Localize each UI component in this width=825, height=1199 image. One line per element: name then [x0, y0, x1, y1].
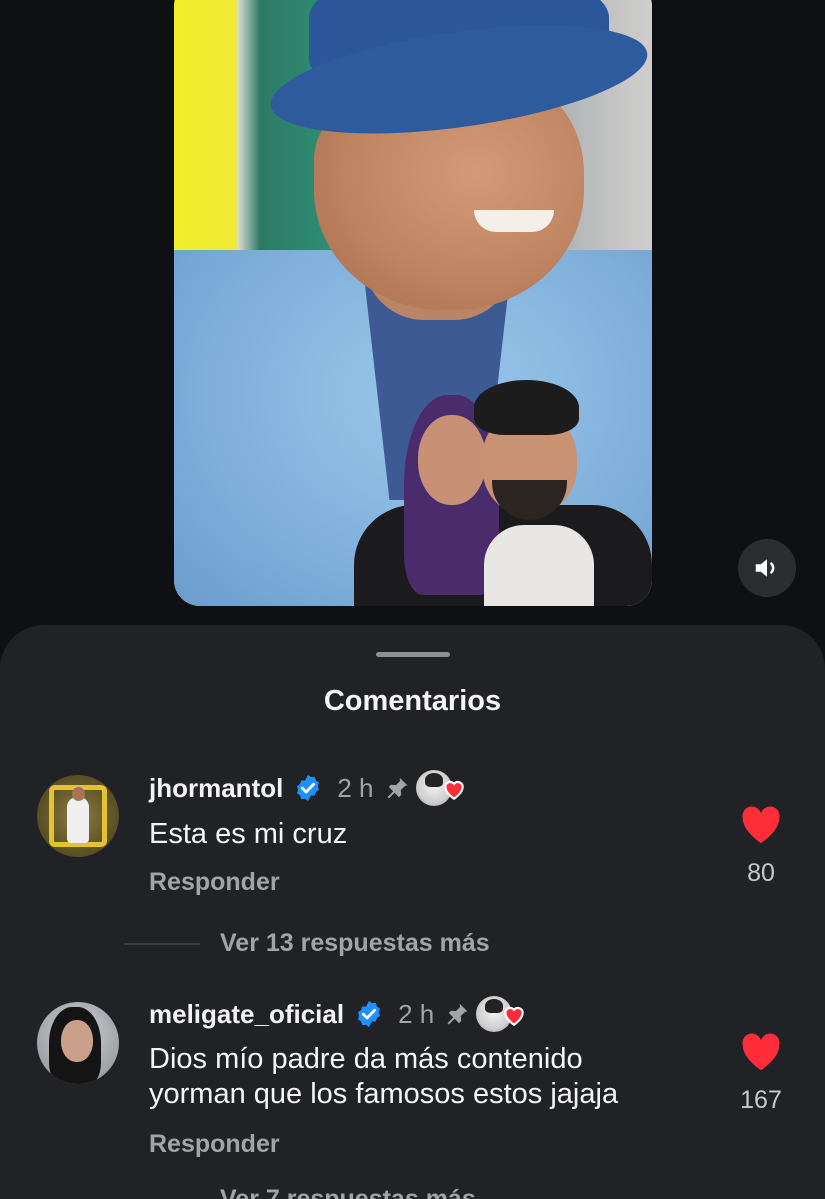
comment-meta: jhormantol 2 h [149, 770, 472, 806]
view-more-replies-label: Ver 13 respuestas más [220, 929, 490, 957]
comment-text: Esta es mi cruz [149, 818, 348, 850]
pin-icon [386, 777, 407, 799]
like-count: 80 [747, 859, 775, 887]
view-more-replies[interactable]: Ver 7 respuestas más [124, 1185, 476, 1199]
like-button[interactable]: 167 [738, 1032, 784, 1115]
reply-button[interactable]: Responder [149, 1130, 280, 1159]
creator-liked-badge [476, 996, 532, 1032]
overlay-photo [354, 380, 652, 606]
pin-icon [447, 1003, 468, 1025]
view-more-replies[interactable]: Ver 13 respuestas más [124, 929, 490, 958]
verified-badge-icon [358, 1000, 381, 1028]
comment-time: 2 h [398, 998, 435, 1029]
heart-icon [504, 1006, 524, 1027]
comment-meta: meligate_oficial 2 h [149, 996, 532, 1032]
avatar[interactable] [37, 1002, 119, 1084]
sheet-grabber[interactable] [376, 652, 450, 657]
video-player[interactable] [174, 0, 652, 606]
comment-time: 2 h [337, 772, 374, 803]
verified-badge-icon [297, 774, 320, 802]
speaker-icon [755, 559, 775, 577]
like-button[interactable]: 80 [738, 805, 784, 888]
reply-button[interactable]: Responder [149, 868, 280, 897]
heart-icon [742, 806, 780, 844]
like-count: 167 [740, 1086, 782, 1114]
heart-icon [443, 780, 464, 801]
comment-text: Dios mío padre da más contenido yorman q… [149, 1042, 618, 1112]
heart-icon [742, 1033, 780, 1071]
comment-text-line: Dios mío padre da más contenido [149, 1043, 583, 1075]
sheet-title: Comentarios [323, 685, 502, 717]
comment-username[interactable]: meligate_oficial [149, 999, 344, 1030]
screen: Comentarios jhormantol 2 h Esta es mi cr… [0, 0, 825, 1199]
avatar[interactable] [37, 775, 119, 857]
sound-button[interactable] [738, 539, 796, 597]
view-more-replies-label: Ver 7 respuestas más [220, 1185, 476, 1199]
comments-sheet: Comentarios jhormantol 2 h Esta es mi cr… [0, 625, 825, 1199]
creator-liked-badge [415, 770, 472, 806]
comment-text-line: yorman que los famosos estos jajaja [149, 1078, 619, 1110]
comment-username[interactable]: jhormantol [149, 773, 283, 804]
